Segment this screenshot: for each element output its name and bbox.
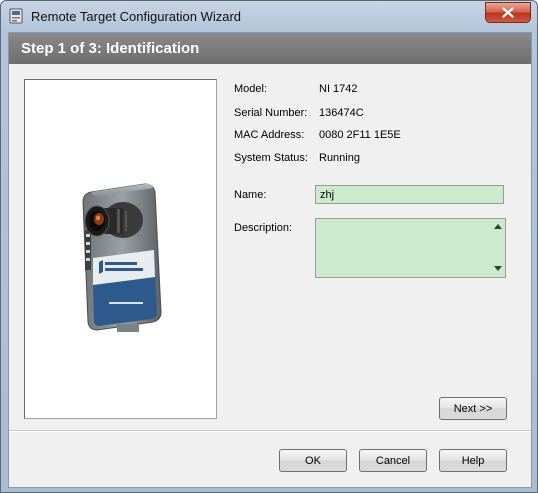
wizard-client-area: Step 1 of 3: Identification Model: NI 17… [8,32,532,488]
wizard-window: Remote Target Configuration Wizard Step … [0,0,538,493]
help-button[interactable]: Help [439,449,507,472]
description-scrollbar[interactable] [491,219,505,277]
model-label: Model: [234,83,268,95]
scroll-up-icon[interactable] [494,224,502,229]
title-bar[interactable]: Remote Target Configuration Wizard [1,1,537,31]
mac-address-value: 0080 2F11 1E5E [319,129,401,141]
next-button[interactable]: Next >> [439,397,507,420]
step-header: Step 1 of 3: Identification [9,33,531,64]
name-label: Name: [234,189,267,201]
name-input[interactable] [315,185,504,204]
description-textarea[interactable] [315,218,506,278]
model-value: NI 1742 [319,83,358,95]
close-button[interactable] [485,2,531,23]
serial-number-label: Serial Number: [234,107,308,119]
ok-button[interactable]: OK [279,449,347,472]
step-title: Step 1 of 3: Identification [21,40,200,57]
close-icon [502,7,514,18]
window-title: Remote Target Configuration Wizard [31,9,242,24]
system-status-value: Running [319,152,360,164]
footer-separator [9,430,531,432]
scroll-down-icon[interactable] [494,266,502,271]
device-image-frame [24,79,217,419]
cancel-button[interactable]: Cancel [359,449,427,472]
description-label: Description: [234,222,293,234]
smart-camera-image [82,183,162,332]
app-icon [9,8,23,24]
system-status-label: System Status: [234,152,308,164]
serial-number-value: 136474C [319,107,364,119]
mac-address-label: MAC Address: [234,129,305,141]
